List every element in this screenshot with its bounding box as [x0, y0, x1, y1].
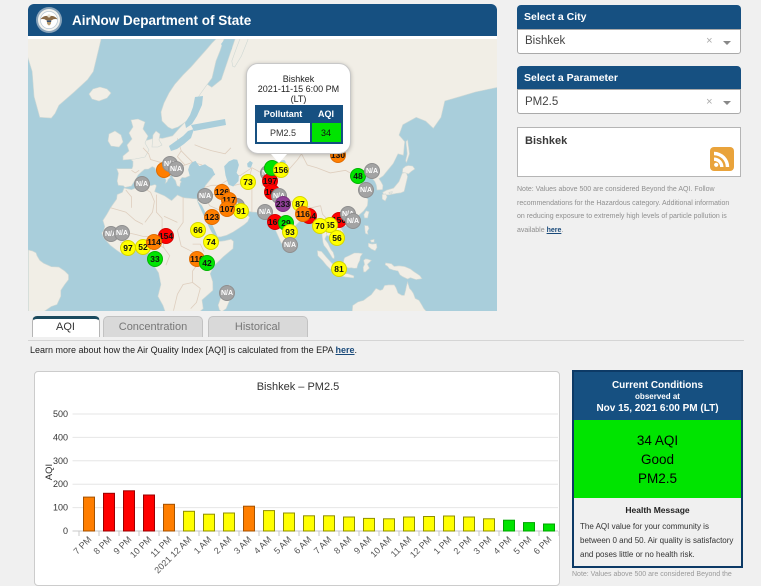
svg-text:10 AM: 10 AM: [368, 534, 393, 559]
svg-text:3 AM: 3 AM: [231, 534, 253, 556]
svg-text:7 AM: 7 AM: [311, 534, 333, 556]
svg-text:100: 100: [52, 503, 67, 513]
svg-text:1 AM: 1 AM: [191, 534, 213, 556]
svg-text:3 PM: 3 PM: [471, 534, 493, 556]
svg-text:200: 200: [52, 479, 67, 489]
svg-text:5 AM: 5 AM: [271, 534, 293, 556]
svg-text:500: 500: [52, 409, 67, 419]
svg-text:Bishkek – PM2.5: Bishkek – PM2.5: [256, 381, 339, 393]
svg-text:2 PM: 2 PM: [451, 534, 473, 556]
svg-text:0: 0: [62, 526, 67, 536]
svg-text:400: 400: [52, 432, 67, 442]
svg-text:12 PM: 12 PM: [407, 534, 432, 559]
svg-text:7 PM: 7 PM: [71, 534, 93, 556]
svg-text:2 AM: 2 AM: [211, 534, 233, 556]
svg-text:6 PM: 6 PM: [531, 534, 553, 556]
svg-text:4 AM: 4 AM: [251, 534, 273, 556]
svg-text:300: 300: [52, 456, 67, 466]
svg-text:5 PM: 5 PM: [511, 534, 533, 556]
svg-text:AQI: AQI: [44, 464, 55, 480]
svg-text:8 PM: 8 PM: [91, 534, 113, 556]
svg-text:10 PM: 10 PM: [127, 534, 152, 559]
svg-text:1 PM: 1 PM: [431, 534, 453, 556]
svg-text:8 AM: 8 AM: [331, 534, 353, 556]
svg-text:6 AM: 6 AM: [291, 534, 313, 556]
svg-text:4 PM: 4 PM: [491, 534, 513, 556]
